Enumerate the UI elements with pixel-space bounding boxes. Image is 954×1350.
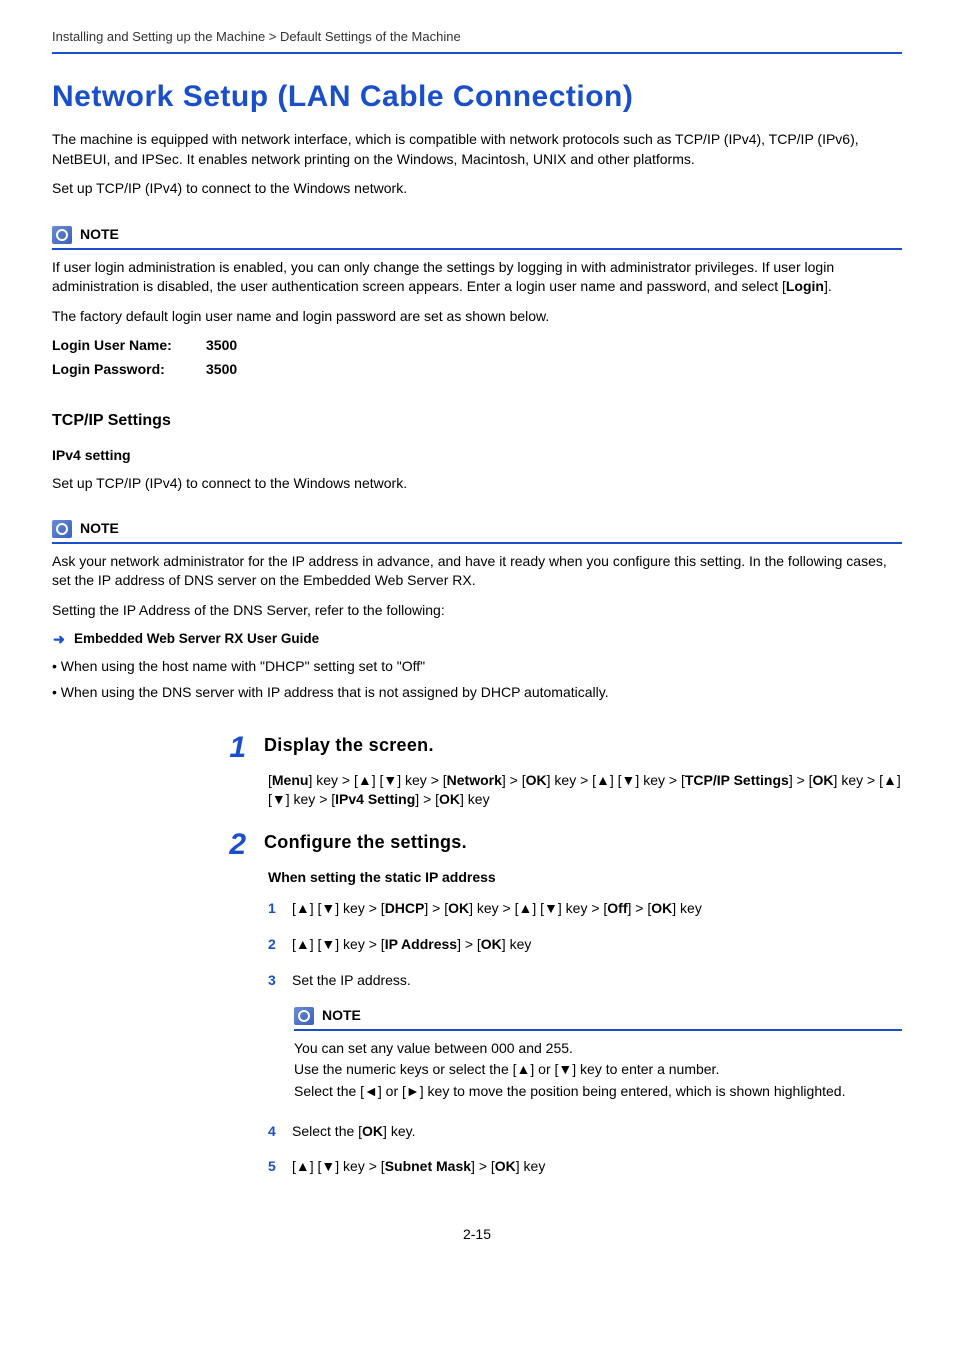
t: ] > [ (415, 791, 439, 807)
reference-link[interactable]: Embedded Web Server RX User Guide (74, 630, 319, 649)
tcpip-heading: TCP/IP Settings (52, 410, 902, 432)
t: [▲] [▼] key > [ (292, 1158, 385, 1174)
ok-key: OK (439, 791, 460, 807)
note-range-p2: Use the numeric keys or select the [▲] o… (294, 1060, 902, 1080)
t: ] key (502, 936, 532, 952)
t: ] > [ (628, 900, 652, 916)
note-icon (52, 226, 72, 244)
step-2-number: 2 (222, 830, 246, 860)
note-label: NOTE (80, 225, 119, 245)
substep-3-num: 3 (268, 971, 282, 991)
t: ] key > [▲] [▼] key > [ (469, 900, 607, 916)
t: Select the [ (292, 1123, 362, 1139)
note-block-login: NOTE If user login administration is ena… (52, 225, 902, 380)
note-dns-p2: Setting the IP Address of the DNS Server… (52, 601, 902, 621)
page-title: Network Setup (LAN Cable Connection) (52, 76, 902, 118)
note-label: NOTE (322, 1006, 361, 1026)
substep-1-num: 1 (268, 899, 282, 919)
login-user-value: 3500 (206, 336, 237, 356)
ok-key: OK (526, 772, 547, 788)
login-keyword: Login (786, 278, 824, 294)
note-block-value-range: NOTE You can set any value between 000 a… (294, 1006, 902, 1101)
t: ] > [ (789, 772, 813, 788)
off-key: Off (607, 900, 627, 916)
t: ] key > [▲] [▼] key > [ (308, 772, 446, 788)
substep-2-num: 2 (268, 935, 282, 955)
reference-link-row: ➜ Embedded Web Server RX User Guide (52, 630, 902, 649)
login-user-label: Login User Name: (52, 336, 192, 356)
substep-5: 5 [▲] [▼] key > [Subnet Mask] > [OK] key (268, 1157, 902, 1177)
breadcrumb: Installing and Setting up the Machine > … (52, 28, 902, 54)
substep-5-num: 5 (268, 1157, 282, 1177)
note-factory-default: The factory default login user name and … (52, 307, 902, 327)
intro-paragraph-1: The machine is equipped with network int… (52, 130, 902, 169)
arrow-right-icon: ➜ (52, 633, 66, 647)
note-icon (294, 1007, 314, 1025)
substep-3-text: Set the IP address. (292, 971, 411, 991)
tcpip-settings-key: TCP/IP Settings (685, 772, 789, 788)
intro-paragraph-2: Set up TCP/IP (IPv4) to connect to the W… (52, 179, 902, 199)
ok-key: OK (481, 936, 502, 952)
page-number: 2-15 (52, 1225, 902, 1245)
t: ] key. (383, 1123, 415, 1139)
ok-key: OK (448, 900, 469, 916)
t: ] > [ (457, 936, 481, 952)
step-2-title: Configure the settings. (264, 830, 467, 860)
step-2: 2 Configure the settings. When setting t… (222, 830, 902, 1177)
t: ] > [ (502, 772, 526, 788)
note-1-part-a: If user login administration is enabled,… (52, 259, 834, 295)
t: [▲] [▼] key > [ (292, 936, 385, 952)
t: [▲] [▼] key > [ (292, 900, 385, 916)
ok-key: OK (495, 1158, 516, 1174)
login-defaults-table: Login User Name: 3500 Login Password: 35… (52, 336, 902, 379)
subnet-mask-key: Subnet Mask (385, 1158, 471, 1174)
note-dns-p1: Ask your network administrator for the I… (52, 552, 902, 591)
note-range-p1: You can set any value between 000 and 25… (294, 1039, 902, 1059)
substep-2: 2 [▲] [▼] key > [IP Address] > [OK] key (268, 935, 902, 955)
substep-4: 4 Select the [OK] key. (268, 1122, 902, 1142)
note-icon (52, 520, 72, 538)
t: ] > [ (424, 900, 448, 916)
note-text: If user login administration is enabled,… (52, 258, 902, 297)
ip-address-key: IP Address (385, 936, 457, 952)
substep-4-num: 4 (268, 1122, 282, 1142)
menu-key: Menu (272, 772, 309, 788)
step-1: 1 Display the screen. [Menu] key > [▲] [… (222, 733, 902, 810)
t: ] key (460, 791, 490, 807)
ipv4-intro: Set up TCP/IP (IPv4) to connect to the W… (52, 474, 902, 494)
ok-key: OK (362, 1123, 383, 1139)
step-1-title: Display the screen. (264, 733, 434, 763)
ok-key: OK (651, 900, 672, 916)
step-1-body: [Menu] key > [▲] [▼] key > [Network] > [… (268, 771, 902, 810)
t: ] key (516, 1158, 546, 1174)
network-key: Network (447, 772, 502, 788)
note-block-dns: NOTE Ask your network administrator for … (52, 519, 902, 702)
bullet-dhcp-off: • When using the host name with "DHCP" s… (52, 657, 902, 677)
note-1-part-c: ]. (824, 278, 832, 294)
substep-3: 3 Set the IP address. (268, 971, 902, 991)
note-label: NOTE (80, 519, 119, 539)
t: ] > [ (471, 1158, 495, 1174)
dhcp-key: DHCP (385, 900, 425, 916)
t: ] key > [▲] [▼] key > [ (547, 772, 685, 788)
login-pass-label: Login Password: (52, 360, 192, 380)
note-range-p3: Select the [◄] or [►] key to move the po… (294, 1082, 902, 1102)
ipv4-heading: IPv4 setting (52, 446, 902, 466)
login-pass-value: 3500 (206, 360, 237, 380)
step-1-number: 1 (222, 733, 246, 763)
t: ] key (672, 900, 702, 916)
step-2-body: When setting the static IP address 1 [▲]… (268, 868, 902, 1177)
bullet-dns-auto: • When using the DNS server with IP addr… (52, 683, 902, 703)
ok-key: OK (813, 772, 834, 788)
step-2-subheading: When setting the static IP address (268, 868, 902, 888)
ipv4-setting-key: IPv4 Setting (335, 791, 415, 807)
substep-1: 1 [▲] [▼] key > [DHCP] > [OK] key > [▲] … (268, 899, 902, 919)
